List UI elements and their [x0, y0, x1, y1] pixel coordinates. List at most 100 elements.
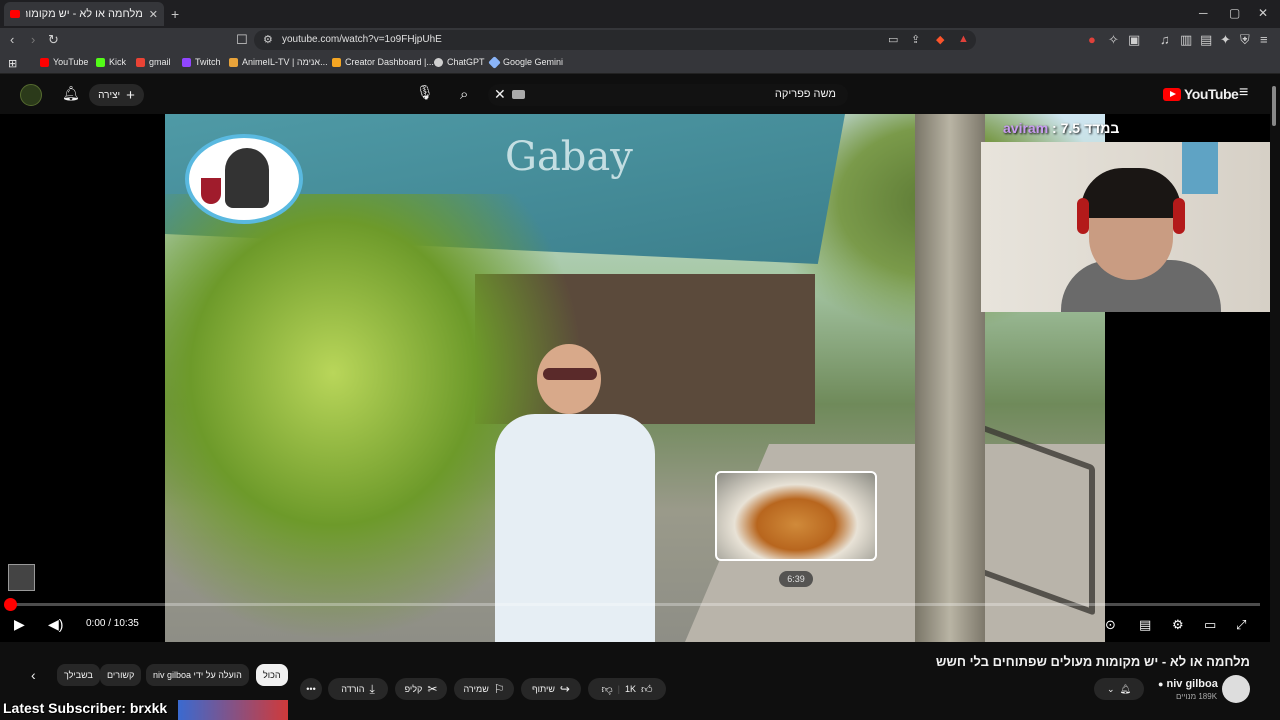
share-button[interactable]: שיתוף ↪ — [521, 678, 581, 700]
screenshot-icon[interactable]: ▣ — [1128, 32, 1140, 48]
maximize-icon[interactable]: ▢ — [1229, 6, 1240, 20]
url-text: youtube.com/watch?v=1o9FHjpUhE — [282, 34, 442, 45]
media-icon[interactable]: ♫ — [1160, 32, 1170, 47]
extensions-icon[interactable]: ✧ — [1108, 32, 1119, 48]
bookmark-animeil[interactable]: AnimeIL-TV | אנימה... — [229, 57, 328, 67]
chip-for-you[interactable]: בשבילך — [57, 664, 100, 686]
forward-icon[interactable]: › — [31, 32, 35, 47]
youtube-play-logo-icon — [1163, 87, 1181, 101]
youtube-bookmark-icon — [40, 57, 49, 67]
bookmark-gmail[interactable]: gmail — [136, 57, 171, 67]
voice-search-icon[interactable]: 🎙︎ — [416, 84, 434, 101]
scrubber-handle[interactable] — [4, 598, 17, 611]
fullscreen-icon[interactable]: ⤢ — [1236, 617, 1246, 633]
video-player[interactable]: Gabay aviram : 7.5 במדד 6:39 ▶ ◀) 0:00 /… — [0, 114, 1270, 642]
tree-trunk — [915, 114, 985, 642]
create-button[interactable]: יצירה + — [89, 84, 144, 106]
awning-signage: Gabay — [505, 134, 633, 180]
download-icon: ⤓ — [369, 681, 375, 696]
keyboard-icon[interactable] — [512, 90, 525, 99]
channel-avatar[interactable] — [1222, 675, 1250, 703]
save-button[interactable]: שמירה ⚐ — [454, 678, 514, 700]
volume-icon[interactable]: ◀) — [48, 616, 63, 633]
search-query: משה פפריקה — [774, 88, 836, 100]
notifications-bell-icon[interactable]: 🔔︎ — [62, 85, 80, 102]
browser-tab[interactable]: מלחמה או לא - יש מקומות מעולי ✕ — [4, 2, 164, 26]
bookmark-gemini[interactable]: Google Gemini — [488, 55, 563, 69]
animeil-bookmark-icon — [229, 57, 238, 67]
stream-score-overlay: aviram : 7.5 במדד — [1003, 120, 1120, 136]
site-info-icon[interactable]: ⚙ — [263, 33, 273, 46]
brave-shield-icon[interactable]: ◆ — [936, 33, 944, 46]
back-icon[interactable]: ‹ — [10, 32, 14, 47]
search-input[interactable]: ⌕ ✕ משה פפריקה — [460, 84, 848, 106]
extension-red-icon[interactable]: ● — [1088, 32, 1096, 47]
bookmark-label: Twitch — [195, 57, 221, 67]
clear-search-icon[interactable]: ✕ — [494, 86, 506, 103]
clip-button[interactable]: קליפ ✂ — [395, 678, 447, 700]
dislike-icon[interactable]: 👎︎ — [601, 683, 612, 696]
bookmark-label: gmail — [149, 57, 171, 67]
play-icon[interactable]: ▶ — [14, 616, 25, 633]
new-tab-button[interactable]: + — [171, 6, 179, 22]
download-label: הורדה — [341, 684, 365, 694]
avatar[interactable] — [20, 84, 42, 106]
theater-mode-icon[interactable]: ▭ — [1204, 617, 1216, 633]
chip-uploaded-by[interactable]: הועלה על ידי niv gilboa — [146, 664, 249, 686]
cast-icon[interactable]: ▭ — [888, 33, 898, 46]
settings-gear-icon[interactable]: ⚙ — [1172, 617, 1184, 633]
bookmark-chatgpt[interactable]: ChatGPT — [434, 57, 485, 67]
chip-related[interactable]: קשורים — [100, 664, 142, 686]
subtitles-icon[interactable]: ▤ — [1139, 617, 1151, 633]
more-icon: ••• — [306, 684, 316, 694]
chatgpt-bookmark-icon — [434, 57, 443, 67]
youtube-logo[interactable]: YouTube — [1163, 86, 1239, 102]
gemini-bookmark-icon — [488, 55, 501, 69]
autoplay-toggle[interactable]: ⊙ — [1105, 617, 1116, 633]
youtube-header: 🔔︎ יצירה + 🎙︎ ⌕ ✕ משה פפריקה YouTube ≡ — [0, 76, 1280, 114]
close-tab-icon[interactable]: ✕ — [149, 8, 158, 21]
scissors-icon: ✂ — [427, 682, 438, 696]
clip-label: קליפ — [404, 684, 423, 694]
wine-glass-icon — [201, 178, 221, 204]
bookmark-youtube[interactable]: YouTube — [40, 57, 88, 67]
reload-icon[interactable]: ↻ — [48, 32, 59, 48]
bookmark-twitch[interactable]: Twitch — [182, 57, 221, 67]
latest-subscriber-text: Latest Subscriber: brxkk — [3, 700, 168, 716]
seek-preview-thumbnail — [715, 471, 877, 561]
download-button[interactable]: הורדה ⤓ — [328, 678, 388, 700]
more-actions-button[interactable]: ••• — [300, 678, 322, 700]
channel-name[interactable]: ● niv gilboa — [1158, 678, 1218, 690]
chip-all[interactable]: הכול — [256, 664, 288, 686]
like-icon[interactable]: 👍︎ — [641, 683, 653, 696]
bookmark-creator-dashboard[interactable]: Creator Dashboard |... — [332, 57, 434, 67]
address-bar-row: ‹ › ↻ ☐ ⚙ youtube.com/watch?v=1o9FHjpUhE… — [0, 28, 1280, 52]
youtube-logo-text: YouTube — [1184, 86, 1239, 102]
minimize-icon[interactable]: ─ — [1199, 6, 1208, 20]
share-page-icon[interactable]: ⇪ — [911, 33, 920, 46]
bookmark-kick[interactable]: Kick — [96, 57, 126, 67]
video-frame: Gabay — [165, 114, 1105, 642]
wallet-icon[interactable]: ▤ — [1200, 32, 1212, 48]
bookmark-page-icon[interactable]: ☐ — [236, 32, 248, 48]
subscription-button[interactable]: ⌄ 🔔︎ — [1094, 678, 1144, 700]
apps-grid-icon[interactable]: ⊞ — [8, 57, 17, 70]
leo-ai-icon[interactable]: ✦ — [1220, 32, 1231, 48]
gmail-bookmark-icon — [136, 57, 145, 67]
time-readout: 0:00 / 10:35 — [86, 618, 139, 629]
sidebar-icon[interactable]: ▥ — [1180, 32, 1192, 48]
bookmarks-bar: ⊞ YouTube Kick gmail Twitch AnimeIL-TV |… — [0, 52, 1280, 74]
menu-icon[interactable]: ≡ — [1260, 32, 1268, 47]
save-label: שמירה — [463, 684, 489, 694]
close-window-icon[interactable]: ✕ — [1258, 6, 1268, 20]
bookmark-label: AnimeIL-TV | אנימה... — [242, 57, 328, 67]
vpn-shield-icon[interactable]: ⛨ — [1240, 32, 1250, 48]
progress-bar[interactable] — [4, 598, 1260, 611]
url-field[interactable]: ⚙ youtube.com/watch?v=1o9FHjpUhE ▭ ⇪ ◆ ▲ — [254, 30, 976, 50]
hamburger-menu-icon[interactable]: ≡ — [1239, 84, 1248, 102]
page-scrollbar[interactable] — [1272, 86, 1276, 126]
chips-scroll-left-icon[interactable]: ‹ — [31, 667, 36, 683]
search-icon[interactable]: ⌕ — [460, 86, 468, 103]
brave-rewards-icon[interactable]: ▲ — [958, 33, 969, 45]
man-body — [495, 414, 655, 642]
